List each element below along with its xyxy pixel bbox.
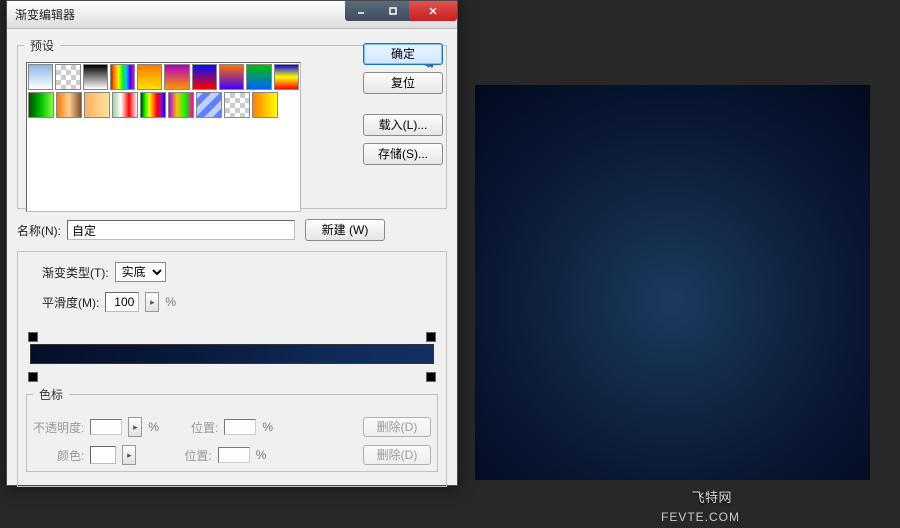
type-label: 渐变类型(T): — [42, 264, 109, 281]
preset-swatch[interactable] — [219, 64, 244, 90]
name-row: 名称(N): 新建 (W) — [17, 219, 447, 241]
preset-swatch[interactable] — [164, 64, 189, 90]
gradient-editor-dialog: 渐变编辑器 预设 — [6, 0, 458, 486]
preset-swatch[interactable] — [28, 92, 54, 118]
stops-fieldset: 色标 不透明度: ▸ % 位置: % 删除(D) 颜色: ▸ — [26, 386, 438, 472]
smooth-stepper[interactable]: ▸ — [145, 292, 159, 312]
type-select[interactable]: 实底 — [115, 262, 166, 282]
stops-legend: 色标 — [33, 386, 69, 403]
load-button[interactable]: 载入(L)... — [363, 114, 443, 136]
preset-swatch[interactable] — [56, 92, 82, 118]
name-input[interactable] — [67, 220, 295, 240]
preset-swatch[interactable] — [110, 64, 135, 90]
color-well[interactable] — [90, 446, 116, 464]
canvas-preview — [475, 85, 870, 480]
preset-swatch[interactable] — [224, 92, 250, 118]
gradient-bar-area — [26, 332, 438, 382]
name-label: 名称(N): — [17, 222, 61, 239]
color-stop-right[interactable] — [426, 372, 436, 382]
preset-swatch[interactable] — [28, 64, 53, 90]
ok-button[interactable]: 确定 — [363, 43, 443, 65]
presets-grid[interactable] — [26, 62, 301, 212]
opacity-delete-button[interactable]: 删除(D) — [363, 417, 431, 437]
opacity-pos-input[interactable] — [224, 419, 256, 435]
save-button[interactable]: 存储(S)... — [363, 143, 443, 165]
dialog-buttons: 确定 复位 载入(L)... 存储(S)... — [363, 43, 443, 165]
preset-swatch[interactable] — [112, 92, 138, 118]
preset-swatch[interactable] — [274, 64, 299, 90]
opacity-label: 不透明度: — [33, 419, 84, 436]
window-title: 渐变编辑器 — [15, 6, 345, 23]
color-pos-pct: % — [256, 448, 267, 462]
preset-swatch[interactable] — [196, 92, 222, 118]
opacity-row: 不透明度: ▸ % 位置: % 删除(D) — [33, 417, 431, 437]
opacity-stop-right[interactable] — [426, 332, 436, 342]
opacity-pct: % — [148, 420, 159, 434]
smooth-input[interactable] — [105, 292, 139, 312]
color-delete-button[interactable]: 删除(D) — [363, 445, 431, 465]
preset-swatch[interactable] — [55, 64, 80, 90]
opacity-pos-label: 位置: — [191, 419, 218, 436]
titlebar[interactable]: 渐变编辑器 — [7, 1, 457, 29]
preset-swatch[interactable] — [246, 64, 271, 90]
new-button[interactable]: 新建 (W) — [305, 219, 385, 241]
color-stepper[interactable]: ▸ — [122, 445, 136, 465]
window-buttons — [345, 1, 457, 21]
maximize-button[interactable] — [377, 1, 409, 21]
smooth-label: 平滑度(M): — [42, 294, 99, 311]
color-row: 颜色: ▸ 位置: % 删除(D) — [33, 445, 431, 465]
color-pos-label: 位置: — [184, 447, 211, 464]
smooth-pct: % — [165, 295, 176, 309]
preset-swatch[interactable] — [140, 92, 166, 118]
opacity-stepper[interactable]: ▸ — [128, 417, 142, 437]
opacity-pos-pct: % — [262, 420, 273, 434]
preset-swatch[interactable] — [137, 64, 162, 90]
preset-swatch[interactable] — [192, 64, 217, 90]
gradient-settings: 渐变类型(T): 实底 平滑度(M): ▸ % 色标 — [17, 251, 447, 487]
opacity-stop-left[interactable] — [28, 332, 38, 342]
preset-swatch[interactable] — [252, 92, 278, 118]
watermark-cn: 飞特网 — [691, 487, 732, 506]
gradient-bar[interactable] — [30, 344, 434, 364]
color-label: 颜色: — [57, 447, 84, 464]
preset-swatch[interactable] — [84, 92, 110, 118]
minimize-button[interactable] — [345, 1, 377, 21]
color-stop-left[interactable] — [28, 372, 38, 382]
close-button[interactable] — [409, 1, 457, 21]
preset-swatch[interactable] — [168, 92, 194, 118]
reset-button[interactable]: 复位 — [363, 72, 443, 94]
watermark-en: FEVTE.COM — [661, 510, 740, 524]
presets-legend: 预设 — [24, 37, 60, 54]
preset-swatch[interactable] — [83, 64, 108, 90]
color-pos-input[interactable] — [218, 447, 250, 463]
opacity-input[interactable] — [90, 419, 122, 435]
